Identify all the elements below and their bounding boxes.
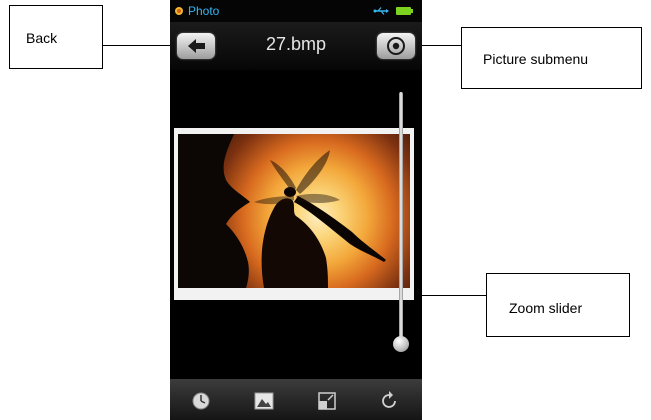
photo-frame (174, 128, 414, 300)
dragonfly-silhouette (178, 134, 386, 288)
resize-button[interactable] (316, 390, 338, 412)
bottom-toolbar (170, 379, 422, 420)
app-name: Photo (188, 4, 220, 18)
zoom-slider-handle[interactable] (393, 336, 409, 352)
back-callout: Back (9, 5, 103, 69)
slideshow-icon (192, 392, 210, 410)
picture-button[interactable] (253, 390, 275, 412)
rotate-button[interactable] (378, 390, 400, 412)
submenu-callout-label: Picture submenu (483, 51, 589, 67)
zoom-callout-label: Zoom slider (509, 300, 583, 316)
usb-icon (373, 7, 389, 15)
resize-icon (318, 392, 336, 410)
zoom-slider[interactable] (399, 92, 403, 344)
title-bar: 27.bmp (170, 22, 422, 70)
arrow-left-icon (188, 39, 205, 53)
photo-app-icon (175, 7, 183, 15)
picture-submenu-button[interactable] (377, 33, 415, 59)
rotate-icon (382, 391, 396, 408)
zoom-callout-line (416, 295, 486, 296)
photo-image (178, 134, 410, 288)
slideshow-button[interactable] (190, 390, 212, 412)
back-callout-label: Back (26, 30, 58, 46)
battery-icon (396, 7, 413, 15)
status-bar: Photo (170, 0, 422, 22)
back-button[interactable] (177, 33, 215, 59)
zoom-callout: Zoom slider (486, 273, 630, 337)
gear-icon (387, 37, 405, 55)
page-title: 27.bmp (265, 34, 327, 54)
device-screen: Photo 27.bmp (170, 0, 422, 420)
picture-icon (254, 392, 274, 410)
submenu-callout: Picture submenu (461, 27, 642, 89)
